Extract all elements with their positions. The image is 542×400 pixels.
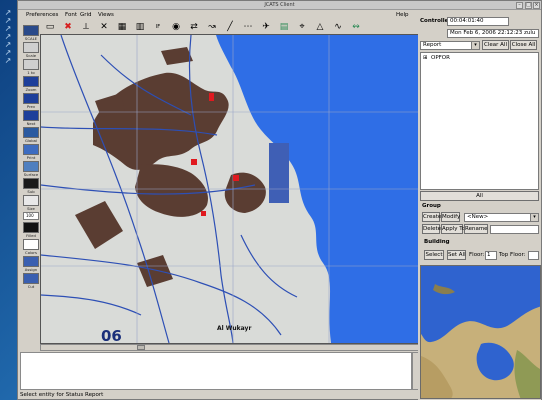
top-floor-label: Top Floor:: [499, 252, 526, 258]
next-icon[interactable]: [23, 110, 39, 121]
floor-label: Floor:: [469, 252, 485, 258]
all-button[interactable]: All: [420, 191, 539, 201]
toolbar: ▭ ✖ ⟂ ✕ ▦ ▥ IF ◉ ⇄ ↝ ╱ ⋯ ✈ ▤ ⌖ △ ∿ ↭: [34, 20, 414, 34]
line-icon[interactable]: ╱: [224, 21, 236, 33]
map-image: [41, 35, 427, 343]
unit-marker[interactable]: [209, 93, 214, 101]
iff-icon[interactable]: IF: [152, 21, 164, 33]
eye-icon[interactable]: ◉: [170, 21, 182, 33]
assign-icon[interactable]: [23, 256, 39, 267]
prev-icon[interactable]: [23, 93, 39, 104]
zoom-icon[interactable]: [23, 76, 39, 87]
wave-icon[interactable]: ∿: [332, 21, 344, 33]
group-select[interactable]: <New> ▾: [464, 213, 539, 222]
map-horizontal-scrollbar[interactable]: [40, 344, 428, 351]
menu-views[interactable]: Views: [98, 10, 114, 20]
scale-icon[interactable]: [23, 25, 39, 36]
title-bar[interactable]: JCATS Client – □ ×: [18, 1, 541, 10]
measure-icon[interactable]: ⟂: [80, 21, 92, 33]
group-select-value: <New>: [467, 214, 489, 220]
report-select-value: Report: [423, 42, 442, 48]
sub-icon[interactable]: [23, 178, 39, 189]
jcats-window: JCATS Client – □ × Preferences Font Grid…: [17, 0, 542, 400]
global-icon[interactable]: [23, 127, 39, 138]
unit-marker[interactable]: [233, 175, 239, 181]
move-icon[interactable]: ⇄: [188, 21, 200, 33]
message-area[interactable]: [20, 352, 412, 390]
triangle-icon[interactable]: △: [314, 21, 326, 33]
palette-label: Cut: [27, 284, 35, 289]
menu-grid[interactable]: Grid: [80, 10, 92, 20]
route-icon[interactable]: ↝: [206, 21, 218, 33]
right-panel: Controller 00:04:01:40 Mon Feb 6, 2006 2…: [418, 10, 541, 400]
create-button[interactable]: Create: [422, 212, 441, 222]
menu-preferences[interactable]: Preferences: [26, 10, 58, 20]
apply-to-button[interactable]: Apply To: [441, 224, 465, 234]
size-value-field[interactable]: 100: [23, 212, 39, 220]
floor-spinner[interactable]: 1: [485, 251, 497, 260]
set-all-button[interactable]: Set All: [447, 250, 466, 260]
print-icon[interactable]: [23, 144, 39, 155]
tree-expand-icon[interactable]: ⊞: [423, 54, 428, 62]
report-select[interactable]: Report ▾: [420, 41, 480, 50]
overview-minimap[interactable]: [420, 265, 541, 399]
size-icon[interactable]: [23, 195, 39, 206]
chevron-down-icon[interactable]: ▾: [471, 42, 479, 49]
surface-icon[interactable]: [23, 161, 39, 172]
layer-icon[interactable]: ▥: [134, 21, 146, 33]
map-grid-zone-label: 06: [101, 327, 122, 344]
minimap-image: [421, 266, 540, 398]
grid-icon[interactable]: ▦: [116, 21, 128, 33]
ratio-icon[interactable]: [23, 59, 39, 70]
map-place-label: Al Wukayr: [217, 325, 252, 332]
plane-icon[interactable]: ✈: [260, 21, 272, 33]
minimize-icon[interactable]: –: [516, 2, 523, 9]
unit-marker[interactable]: [201, 211, 206, 216]
clear-all-button[interactable]: Clear All: [482, 40, 509, 50]
entity-tree[interactable]: ⊞ OPFOR: [420, 52, 539, 190]
building-icon[interactable]: ▤: [278, 21, 290, 33]
window-title: JCATS Client: [264, 2, 295, 8]
unit-marker[interactable]: [191, 159, 197, 165]
colors-icon[interactable]: [23, 239, 39, 250]
datetime-field: Mon Feb 6, 2006 22:12:23 zulu: [447, 29, 539, 38]
filled-icon[interactable]: [23, 222, 39, 233]
trail-icon[interactable]: ↭: [350, 21, 362, 33]
scale-toggle-icon[interactable]: [23, 42, 39, 53]
select-icon[interactable]: ▭: [44, 21, 56, 33]
rename-button[interactable]: Rename: [464, 224, 488, 234]
rename-field[interactable]: [490, 225, 539, 234]
scrollbar-thumb[interactable]: [137, 345, 145, 350]
chevron-down-icon[interactable]: ▾: [530, 214, 538, 221]
harbor-zone: [269, 143, 289, 203]
floor-value: 1: [487, 252, 491, 258]
cut-icon[interactable]: [23, 273, 39, 284]
tree-root-opfor[interactable]: OPFOR: [431, 54, 450, 62]
menu-help[interactable]: Help: [396, 10, 409, 20]
building-label: Building: [424, 239, 450, 245]
modify-button[interactable]: Modify: [441, 212, 460, 222]
crosshair-icon[interactable]: ✕: [98, 21, 110, 33]
waypoint-icon[interactable]: ⌖: [296, 21, 308, 33]
close-all-button[interactable]: Close All: [510, 40, 537, 50]
top-floor-field[interactable]: [528, 251, 539, 260]
close-icon[interactable]: ×: [533, 2, 540, 9]
cancel-icon[interactable]: ✖: [62, 21, 74, 33]
arrow-icon[interactable]: ↗: [3, 56, 13, 66]
group-label: Group: [422, 203, 441, 209]
menu-font[interactable]: Font: [65, 10, 77, 20]
tool-palette: SCALE Scale 1 to Zoom Prev Next Global Print Sur…: [22, 20, 40, 318]
dots-icon[interactable]: ⋯: [242, 21, 254, 33]
maximize-icon[interactable]: □: [525, 2, 532, 9]
map-canvas[interactable]: Al Wukayr 06: [40, 34, 428, 344]
building-select-button[interactable]: Select: [424, 250, 444, 260]
controller-time-field: 00:04:01:40: [447, 17, 509, 26]
delete-button[interactable]: Delete: [422, 224, 441, 234]
